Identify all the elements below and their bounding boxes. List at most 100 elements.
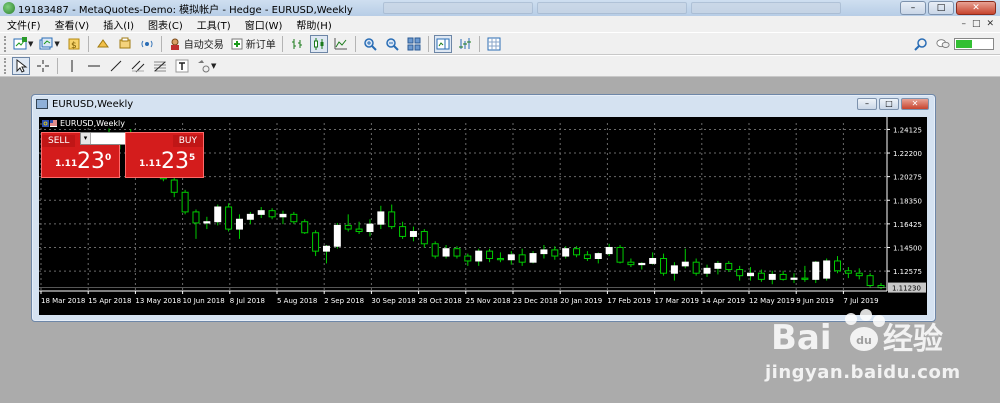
background-tabs: [382, 2, 841, 14]
chart-canvas[interactable]: 1.24125 1.22200 1.20275 1.18350 1.16425 1.145…: [39, 117, 927, 315]
background-tab[interactable]: [382, 2, 533, 14]
sell-button-label: SELL: [42, 135, 76, 147]
chart-maximize-button[interactable]: □: [879, 98, 899, 110]
candle-body: [551, 249, 559, 257]
app-title: 19183487 - MetaQuotes-Demo: 模拟帐户 - Hedge…: [18, 4, 353, 16]
profiles-button[interactable]: ▼: [38, 35, 60, 53]
menu-bar: 文件(F) 查看(V) 插入(I) 图表(C) 工具(T) 窗口(W) 帮助(H…: [0, 16, 1000, 32]
maximize-button[interactable]: □: [928, 1, 954, 15]
candle-body: [181, 191, 189, 213]
close-button[interactable]: ✕: [956, 1, 996, 15]
market-watch-button[interactable]: $: [65, 35, 83, 53]
market-watch-icon: $: [68, 38, 80, 51]
menu-view[interactable]: 查看(V): [48, 17, 97, 32]
connection-status-indicator: [954, 37, 994, 50]
bar-chart-button[interactable]: [288, 35, 306, 53]
candle-body: [877, 284, 885, 289]
periods-button[interactable]: [485, 35, 503, 53]
navigator-button[interactable]: [116, 35, 134, 53]
equidistant-channel-tool-button[interactable]: [129, 57, 147, 75]
candle-body: [747, 272, 755, 277]
buy-price-big: 23: [161, 149, 189, 174]
menu-help[interactable]: 帮助(H): [289, 17, 338, 32]
menu-charts[interactable]: 图表(C): [141, 17, 190, 32]
trendline-tool-button[interactable]: [107, 57, 125, 75]
cursor-tool-button[interactable]: [12, 57, 30, 75]
candle-body: [834, 260, 842, 272]
candle-body: [790, 277, 798, 280]
shapes-icon: [198, 60, 210, 73]
shapes-tool-button[interactable]: ▼: [195, 57, 217, 75]
background-tab[interactable]: [690, 2, 841, 14]
menu-file[interactable]: 文件(F): [0, 17, 48, 32]
x-tick-label: 14 Apr 2019: [702, 297, 745, 305]
indicators-button[interactable]: [456, 35, 474, 53]
zoom-out-icon: [386, 37, 399, 51]
one-click-trading-panel: SELL 1.11 23 0 ▾ 0.01 ▴ BUY 1.11 23 5: [41, 132, 204, 178]
candle-body: [366, 223, 374, 233]
search-button[interactable]: [912, 35, 930, 53]
chat-button[interactable]: [934, 35, 952, 53]
text-tool-icon: [175, 59, 189, 73]
mdi-minimize-button[interactable]: –: [961, 19, 966, 29]
candle-body: [192, 211, 200, 224]
lot-decrease-button[interactable]: ▾: [81, 133, 91, 144]
candle-body: [420, 231, 428, 245]
menu-tools[interactable]: 工具(T): [190, 17, 238, 32]
zoom-in-icon: [364, 37, 377, 51]
auto-trading-icon: [170, 38, 179, 50]
candle-body: [714, 262, 722, 269]
x-tick-label: 2 Sep 2018: [324, 297, 364, 305]
candle-body: [170, 179, 178, 193]
buy-button[interactable]: BUY 1.11 23 5: [125, 132, 204, 178]
x-tick-label: 9 Jun 2019: [796, 297, 834, 305]
mdi-restore-button[interactable]: □: [972, 19, 981, 29]
horizontal-line-tool-button[interactable]: [85, 57, 103, 75]
svg-text:$: $: [71, 41, 77, 51]
new-chart-button[interactable]: ▼: [12, 35, 34, 53]
text-tool-button[interactable]: [173, 57, 191, 75]
candle-body: [399, 226, 407, 237]
app-title-bar: 19183487 - MetaQuotes-Demo: 模拟帐户 - Hedge…: [0, 0, 1000, 16]
signals-button[interactable]: [138, 35, 156, 53]
toolbar-grip[interactable]: [4, 58, 7, 74]
candle-body: [692, 261, 700, 274]
candle-body: [616, 246, 624, 263]
sell-price-prefix: 1.11: [55, 159, 78, 169]
zoom-in-button[interactable]: [361, 35, 379, 53]
x-tick-label: 20 Jan 2019: [560, 297, 602, 305]
toolbar-grip[interactable]: [4, 35, 7, 52]
line-chart-button[interactable]: [332, 35, 350, 53]
minimize-button[interactable]: –: [900, 1, 926, 15]
chart-window-title-bar[interactable]: EURUSD,Weekly: [32, 95, 935, 113]
sell-price-big: 23: [77, 149, 105, 174]
chart-minimize-button[interactable]: –: [857, 98, 877, 110]
crosshair-tool-button[interactable]: [34, 57, 52, 75]
background-tab[interactable]: [536, 2, 687, 14]
menu-insert[interactable]: 插入(I): [96, 17, 141, 32]
candle-body: [235, 218, 243, 230]
x-tick-label: 25 Nov 2018: [466, 297, 511, 305]
toolbar-separator: [281, 35, 283, 52]
new-order-button[interactable]: 新订单: [229, 35, 277, 53]
fibonacci-tool-button[interactable]: [151, 57, 169, 75]
candle-body: [312, 232, 320, 252]
trendline-icon: [110, 60, 122, 72]
chart-close-button[interactable]: ✕: [901, 98, 929, 110]
data-window-button[interactable]: [94, 35, 112, 53]
menu-window[interactable]: 窗口(W): [238, 17, 290, 32]
candlestick-chart-button[interactable]: [309, 34, 328, 53]
candle-body: [290, 213, 298, 223]
y-tick-label: 1.12575: [893, 268, 922, 276]
mdi-close-button[interactable]: ✕: [986, 19, 994, 29]
sell-price-sup: 0: [105, 153, 112, 163]
chart-shift-button[interactable]: [433, 34, 452, 53]
metatrader-app-icon: [3, 2, 15, 14]
x-tick-label: 15 Apr 2018: [88, 297, 131, 305]
candle-body: [638, 262, 646, 266]
tile-windows-button[interactable]: [405, 35, 423, 53]
candle-body: [203, 221, 211, 224]
zoom-out-button[interactable]: [383, 35, 401, 53]
auto-trading-button[interactable]: 自动交易: [167, 35, 225, 53]
vertical-line-tool-button[interactable]: [63, 57, 81, 75]
